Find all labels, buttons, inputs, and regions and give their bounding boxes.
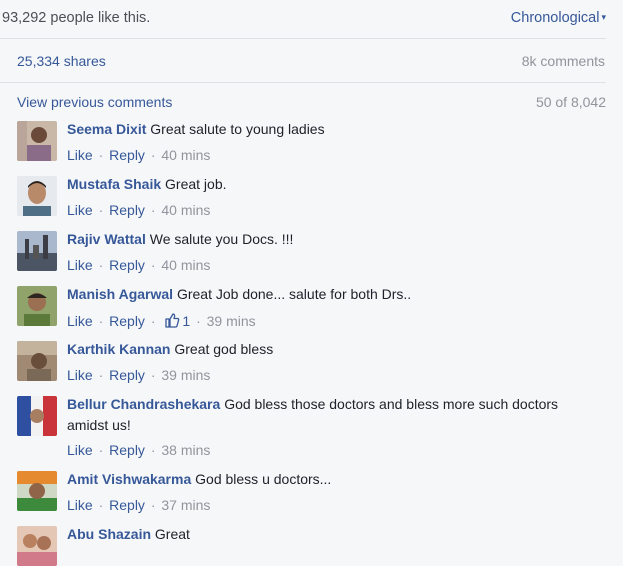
comments-count[interactable]: 8k comments [522, 53, 605, 69]
like-link[interactable]: Like [67, 497, 93, 513]
comment-author[interactable]: Amit Vishwakarma [67, 471, 191, 487]
avatar[interactable] [17, 471, 57, 511]
avatar[interactable] [17, 176, 57, 216]
comment-author[interactable]: Mustafa Shaik [67, 176, 161, 192]
comment-body: Amit Vishwakarma God bless u doctors... [67, 469, 567, 490]
likes-row: 93,292 people like this. Chronological ▾ [0, 0, 606, 39]
likes-summary[interactable]: 93,292 people like this. [2, 10, 150, 26]
comments-panel: 93,292 people like this. Chronological ▾ … [0, 0, 623, 566]
comment-body: Karthik Kannan Great god bless [67, 339, 567, 360]
comment-actions: Like · Reply · 38 mins [67, 442, 210, 458]
comment-author[interactable]: Manish Agarwal [67, 286, 173, 302]
comment-author[interactable]: Seema Dixit [67, 121, 146, 137]
comment-body: Seema Dixit Great salute to young ladies [67, 119, 567, 140]
comment-timestamp[interactable]: 37 mins [161, 497, 210, 513]
separator: · [150, 257, 156, 273]
comment-body: Bellur Chandrashekara God bless those do… [67, 394, 567, 436]
reply-link[interactable]: Reply [109, 367, 145, 383]
comment-timestamp[interactable]: 40 mins [161, 202, 210, 218]
separator: · [98, 257, 104, 273]
comment-author[interactable]: Bellur Chandrashekara [67, 396, 220, 412]
comment-timestamp[interactable]: 39 mins [161, 367, 210, 383]
comment-actions: Like · Reply · 40 mins [67, 257, 210, 273]
avatar[interactable] [17, 286, 57, 326]
comment-reactions[interactable]: 1 [161, 313, 190, 329]
comment-timestamp[interactable]: 40 mins [161, 147, 210, 163]
comment-timestamp[interactable]: 38 mins [161, 442, 210, 458]
avatar[interactable] [17, 526, 57, 566]
comment-actions: Like · Reply · 39 mins [67, 367, 210, 383]
comment-text: We salute you Docs. !!! [149, 231, 294, 247]
reply-link[interactable]: Reply [109, 202, 145, 218]
reply-link[interactable]: Reply [109, 497, 145, 513]
like-link[interactable]: Like [67, 202, 93, 218]
comment-page-count: 50 of 8,042 [535, 94, 606, 110]
like-link[interactable]: Like [67, 257, 93, 273]
reply-link[interactable]: Reply [109, 442, 145, 458]
comment-text: Great [154, 526, 190, 542]
comment-actions: Like · Reply · 40 mins [67, 202, 210, 218]
reaction-count: 1 [182, 313, 191, 329]
separator: · [150, 442, 156, 458]
sort-dropdown[interactable]: Chronological ▾ [511, 10, 606, 26]
comment-text: Great salute to young ladies [150, 121, 325, 137]
separator: · [150, 367, 156, 383]
thumbs-up-icon [164, 312, 180, 331]
like-link[interactable]: Like [67, 442, 93, 458]
comment-body: Mustafa Shaik Great job. [67, 174, 567, 195]
shares-link[interactable]: 25,334 shares [17, 53, 106, 69]
comment-timestamp[interactable]: 39 mins [207, 313, 256, 329]
like-link[interactable]: Like [67, 367, 93, 383]
separator: · [98, 202, 104, 218]
comment-timestamp[interactable]: 40 mins [161, 257, 210, 273]
separator: · [150, 147, 156, 163]
comment-text: God bless u doctors... [195, 471, 332, 487]
separator: · [98, 442, 104, 458]
shares-row: 25,334 shares 8k comments [0, 39, 606, 83]
comment-author[interactable]: Karthik Kannan [67, 341, 170, 357]
view-previous-comments-link[interactable]: View previous comments [17, 94, 172, 110]
like-link[interactable]: Like [67, 313, 93, 329]
chevron-down-icon: ▾ [601, 12, 606, 22]
separator: · [150, 202, 156, 218]
comment-author[interactable]: Rajiv Wattal [67, 231, 146, 247]
comment-body: Manish Agarwal Great Job done... salute … [67, 284, 567, 305]
comment-text: Great god bless [174, 341, 274, 357]
comment-text: Great Job done... salute for both Drs.. [176, 286, 412, 302]
comment-body: Abu Shazain Great [67, 524, 567, 545]
comment-actions: Like · Reply · 1 · 39 mins [67, 312, 256, 331]
separator: · [196, 313, 201, 329]
separator: · [150, 313, 156, 329]
comment-actions: Like · Reply · 40 mins [67, 147, 210, 163]
like-link[interactable]: Like [67, 147, 93, 163]
avatar[interactable] [17, 341, 57, 381]
comment-text: Great job. [165, 176, 227, 192]
comment-actions: Like · Reply · 37 mins [67, 497, 210, 513]
reply-link[interactable]: Reply [109, 313, 145, 329]
comment-author[interactable]: Abu Shazain [67, 526, 151, 542]
reply-link[interactable]: Reply [109, 147, 145, 163]
separator: · [98, 313, 104, 329]
comment-body: Rajiv Wattal We salute you Docs. !!! [67, 229, 567, 250]
separator: · [150, 497, 156, 513]
avatar[interactable] [17, 396, 57, 436]
avatar[interactable] [17, 121, 57, 161]
separator: · [98, 367, 104, 383]
sort-label: Chronological [510, 10, 600, 26]
separator: · [98, 497, 104, 513]
reply-link[interactable]: Reply [109, 257, 145, 273]
separator: · [98, 147, 104, 163]
avatar[interactable] [17, 231, 57, 271]
